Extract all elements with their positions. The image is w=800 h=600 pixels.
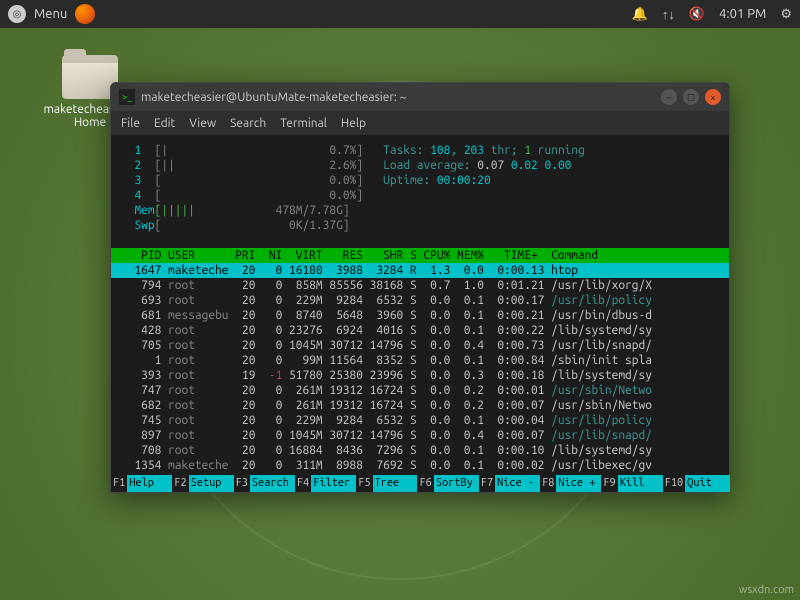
firefox-icon[interactable] xyxy=(75,4,95,24)
fkey-f5[interactable]: F5Tree xyxy=(356,475,417,492)
process-row-selected[interactable]: 1647 maketeche 20 0 16180 3988 3284 R 1.… xyxy=(111,263,729,278)
process-row[interactable]: 708 root 20 0 16884 8436 7296 S 0.0 0.1 … xyxy=(121,443,719,458)
process-row[interactable]: 1354 maketeche 20 0 311M 8988 7692 S 0.0… xyxy=(121,458,719,473)
process-row[interactable]: 428 root 20 0 23276 6924 4016 S 0.0 0.1 … xyxy=(121,323,719,338)
fkey-f9[interactable]: F9Kill xyxy=(601,475,662,492)
menu-file[interactable]: File xyxy=(121,117,140,130)
fkey-f1[interactable]: F1Help xyxy=(111,475,172,492)
fkey-f8[interactable]: F8Nice + xyxy=(540,475,601,492)
window-title: maketecheasier@UbuntuMate-maketecheasier… xyxy=(141,91,406,104)
process-row[interactable]: 393 root 19 -1 51780 25380 23996 S 0.0 0… xyxy=(121,368,719,383)
process-row[interactable]: 682 root 20 0 261M 19312 16724 S 0.0 0.2… xyxy=(121,398,719,413)
fkey-f6[interactable]: F6SortBy xyxy=(417,475,478,492)
fkey-f7[interactable]: F7Nice - xyxy=(479,475,540,492)
process-table-header[interactable]: PID USER PRI NI VIRT RES SHR S CPU% MEM%… xyxy=(111,248,729,263)
menu-view[interactable]: View xyxy=(189,117,216,130)
volume-icon[interactable]: 🔇 xyxy=(689,7,705,22)
menu-button[interactable]: Menu xyxy=(34,7,67,21)
maximize-button[interactable]: ◻ xyxy=(683,89,699,105)
settings-gear-icon[interactable]: ⚙ xyxy=(780,7,792,22)
menu-terminal[interactable]: Terminal xyxy=(280,117,327,130)
function-key-bar: F1Help F2Setup F3SearchF4FilterF5Tree F6… xyxy=(111,475,729,492)
terminal-body[interactable]: 1 [| 0.7%] Tasks: 108, 203 thr; 1 runnin… xyxy=(111,135,729,492)
menu-search[interactable]: Search xyxy=(230,117,266,130)
minimize-button[interactable]: – xyxy=(661,89,677,105)
mate-logo-icon[interactable]: ◎ xyxy=(8,5,26,23)
process-row[interactable]: 705 root 20 0 1045M 30712 14796 S 0.0 0.… xyxy=(121,338,719,353)
process-row[interactable]: 745 root 20 0 229M 9284 6532 S 0.0 0.1 0… xyxy=(121,413,719,428)
terminal-menubar: File Edit View Search Terminal Help xyxy=(111,111,729,135)
clock[interactable]: 4:01 PM xyxy=(719,7,766,21)
terminal-window: >_ maketecheasier@UbuntuMate-maketecheas… xyxy=(110,82,730,493)
menu-edit[interactable]: Edit xyxy=(154,117,175,130)
process-row[interactable]: 794 root 20 0 858M 85556 38168 S 0.7 1.0… xyxy=(121,278,719,293)
process-row[interactable]: 897 root 20 0 1045M 30712 14796 S 0.0 0.… xyxy=(121,428,719,443)
network-icon[interactable]: ↑↓ xyxy=(662,7,675,22)
fkey-f4[interactable]: F4Filter xyxy=(295,475,356,492)
fkey-f3[interactable]: F3Search xyxy=(234,475,295,492)
process-row[interactable]: 693 root 20 0 229M 9284 6532 S 0.0 0.1 0… xyxy=(121,293,719,308)
notification-icon[interactable]: 🔔 xyxy=(632,7,648,22)
close-button[interactable]: × xyxy=(705,89,721,105)
fkey-f2[interactable]: F2Setup xyxy=(172,475,233,492)
fkey-f10[interactable]: F10Quit xyxy=(663,475,730,492)
process-row[interactable]: 681 messagebu 20 0 8740 5648 3960 S 0.0 … xyxy=(121,308,719,323)
top-panel: ◎ Menu 🔔 ↑↓ 🔇 4:01 PM ⚙ xyxy=(0,0,800,28)
menu-help[interactable]: Help xyxy=(341,117,366,130)
watermark: wsxdn.com xyxy=(739,584,794,596)
terminal-icon: >_ xyxy=(119,89,135,105)
process-row[interactable]: 747 root 20 0 261M 19312 16724 S 0.0 0.2… xyxy=(121,383,719,398)
window-titlebar[interactable]: >_ maketecheasier@UbuntuMate-maketecheas… xyxy=(111,83,729,111)
process-row[interactable]: 1 root 20 0 99M 11564 8352 S 0.0 0.1 0:0… xyxy=(121,353,719,368)
